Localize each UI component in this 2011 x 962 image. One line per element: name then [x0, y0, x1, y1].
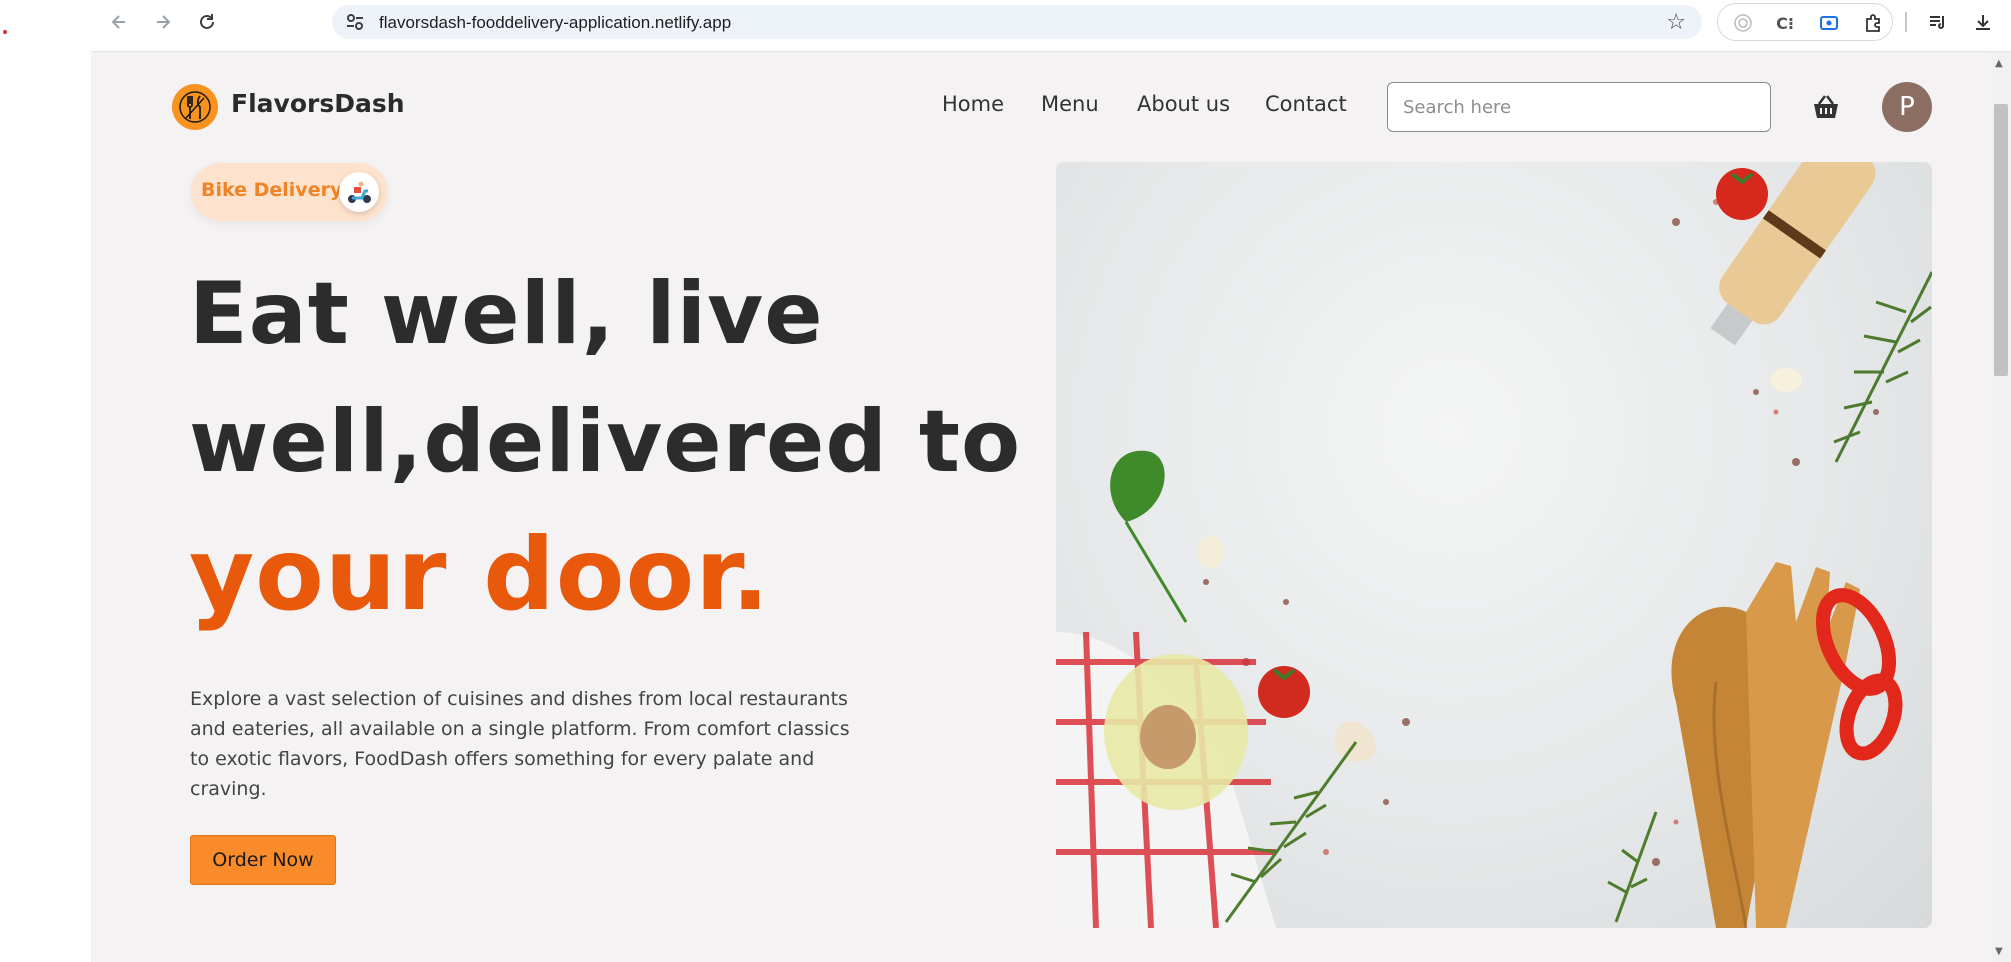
nav-home[interactable]: Home — [942, 92, 1004, 116]
back-arrow-icon[interactable] — [105, 8, 133, 36]
scroll-up-arrow-icon[interactable]: ▲ — [1995, 58, 2003, 69]
extension-c-icon[interactable]: C⁝ — [1774, 12, 1796, 34]
download-icon[interactable] — [1969, 8, 1997, 36]
order-now-button[interactable]: Order Now — [190, 835, 336, 885]
bike-delivery-badge: Bike Delivery — [191, 163, 388, 221]
extension-screen-icon[interactable] — [1818, 12, 1840, 34]
media-controls-icon[interactable] — [1924, 8, 1952, 36]
extension-radar-icon[interactable] — [1732, 12, 1754, 34]
nav-about-us[interactable]: About us — [1137, 92, 1230, 116]
scooter-icon — [339, 172, 379, 212]
page: FlavorsDash Home Menu About us Contact P… — [91, 52, 1991, 962]
extensions-group: C⁝ — [1717, 3, 1893, 41]
user-avatar[interactable]: P — [1882, 82, 1932, 132]
hero-food-image — [1056, 162, 1932, 928]
cart-basket-icon[interactable] — [1808, 90, 1844, 126]
site-info-icon[interactable] — [344, 11, 366, 33]
browser-toolbar: flavorsdash-fooddelivery-application.net… — [91, 0, 2011, 52]
search-input[interactable] — [1387, 82, 1771, 132]
url-text: flavorsdash-fooddelivery-application.net… — [379, 13, 732, 32]
bookmark-star-icon[interactable]: ☆ — [1666, 10, 1686, 35]
headline-line-1: Eat well, live — [189, 264, 824, 364]
brand-name[interactable]: FlavorsDash — [231, 89, 405, 118]
nav-menu[interactable]: Menu — [1041, 92, 1099, 116]
headline-line-2: well,delivered to — [189, 392, 1022, 492]
reload-icon[interactable] — [193, 8, 221, 36]
address-bar[interactable]: flavorsdash-fooddelivery-application.net… — [332, 5, 1702, 39]
stray-dot — [3, 30, 7, 34]
hero-description: Explore a vast selection of cuisines and… — [190, 688, 850, 800]
headline-accent: your door. — [189, 516, 771, 633]
nav-contact[interactable]: Contact — [1265, 92, 1347, 116]
page-scrollbar[interactable]: ▲ ▼ — [1991, 52, 2011, 962]
scroll-down-arrow-icon[interactable]: ▼ — [1995, 946, 2003, 957]
badge-label: Bike Delivery — [201, 179, 343, 201]
toolbar-separator — [1905, 12, 1907, 32]
scrollbar-thumb[interactable] — [1994, 104, 2008, 376]
brand-logo-icon[interactable] — [172, 84, 218, 130]
forward-arrow-icon[interactable] — [149, 8, 177, 36]
extensions-puzzle-icon[interactable] — [1862, 12, 1884, 34]
